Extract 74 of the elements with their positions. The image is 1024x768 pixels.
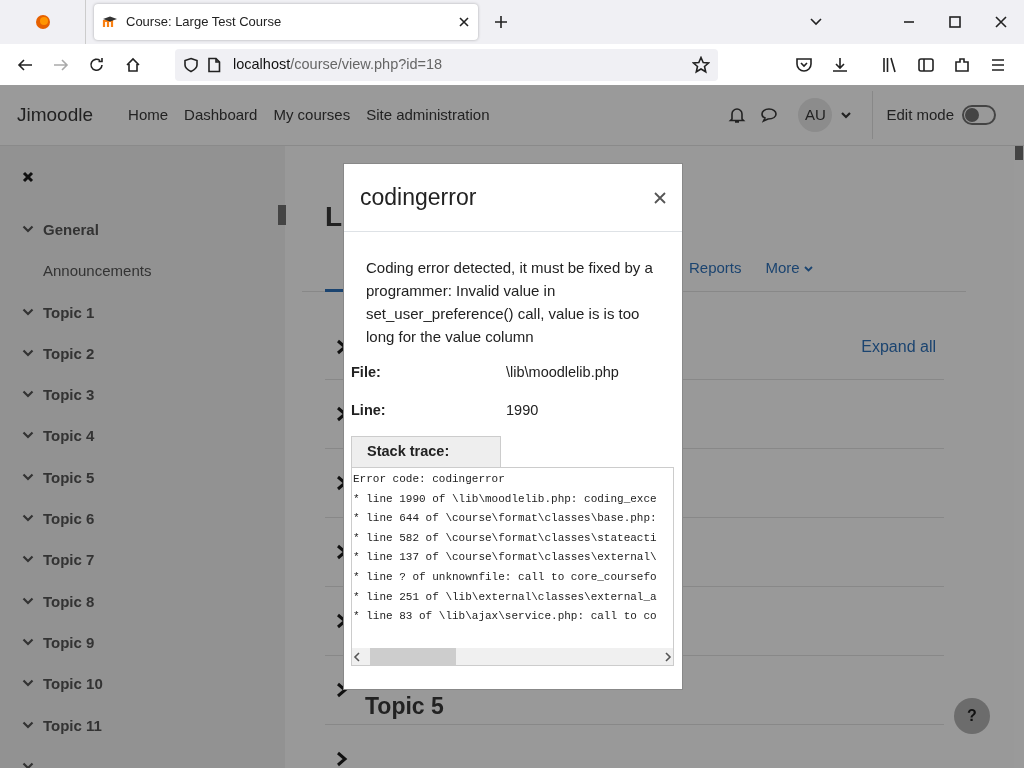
- section-link[interactable]: Topic 7: [43, 550, 95, 571]
- page-icon: [207, 56, 221, 73]
- nav-link[interactable]: Dashboard: [184, 103, 258, 127]
- page-title: L: [325, 200, 343, 234]
- section-link[interactable]: Topic 10: [43, 674, 103, 695]
- star-icon[interactable]: [692, 55, 710, 74]
- address-bar[interactable]: localhost/course/view.php?id=18: [175, 48, 718, 81]
- section-link[interactable]: Topic 4: [43, 426, 95, 447]
- section-link[interactable]: Topic 6: [43, 509, 95, 530]
- library-icon[interactable]: [881, 55, 899, 74]
- caret-icon[interactable]: [840, 109, 853, 121]
- bell-icon[interactable]: [728, 106, 747, 124]
- field-value: \lib\moodlelib.php: [506, 363, 619, 383]
- expand-all-link[interactable]: Expand all: [861, 334, 936, 359]
- extensions-icon[interactable]: [953, 55, 971, 74]
- scrollbar-thumb[interactable]: [278, 205, 286, 225]
- sidebar-icon[interactable]: [917, 55, 935, 74]
- error-message: Coding error detected, it must be fixed by a programmer: Invalid value in set_user_preference() call, value is is too long for the value column: [365, 258, 654, 347]
- reload-icon[interactable]: [88, 55, 106, 74]
- section-link[interactable]: Topic 3: [43, 385, 95, 406]
- section-link[interactable]: Topic 9: [43, 632, 95, 653]
- section-link[interactable]: Topic 11: [43, 715, 102, 736]
- nav-link[interactable]: Home: [128, 103, 169, 127]
- chevron-right-icon: [663, 651, 673, 662]
- tab-title: Course: Large Test Course: [126, 13, 283, 32]
- nav-link[interactable]: My courses: [273, 103, 351, 127]
- close-icon[interactable]: [994, 15, 1008, 29]
- download-icon[interactable]: [831, 55, 849, 74]
- chat-icon[interactable]: [760, 106, 779, 124]
- close-icon[interactable]: [654, 191, 666, 204]
- edit-mode-toggle[interactable]: [962, 105, 996, 125]
- home-icon[interactable]: [124, 55, 142, 74]
- chevron-right-icon[interactable]: [335, 682, 349, 698]
- section-title: Topic 5: [365, 692, 444, 720]
- pocket-icon[interactable]: [795, 55, 813, 74]
- maximize-icon[interactable]: [948, 15, 962, 29]
- chevron-right-icon[interactable]: [335, 751, 349, 767]
- browser-logo-icon: [34, 14, 51, 30]
- field-label: Line:: [351, 401, 387, 421]
- help-button[interactable]: ?: [954, 698, 990, 734]
- stack-trace-line: Error code: codingerror: [353, 472, 506, 487]
- nav-link[interactable]: Site administration: [366, 103, 490, 127]
- stack-trace-line: * line 644 of \course\format\classes\base.php:: [353, 511, 658, 527]
- field-value: 1990: [506, 401, 539, 421]
- dialog-title: codingerror: [360, 183, 477, 213]
- site-name[interactable]: Jimoodle: [17, 100, 94, 130]
- stack-trace-tab[interactable]: Stack trace:: [351, 436, 501, 467]
- shield-icon: [183, 56, 199, 73]
- horizontal-scrollbar[interactable]: [352, 648, 673, 665]
- section-link[interactable]: Topic 8: [43, 591, 95, 612]
- activity-link[interactable]: Announcements: [43, 262, 152, 280]
- chevron-left-icon: [352, 651, 362, 662]
- close-icon[interactable]: [22, 170, 34, 183]
- section-link[interactable]: General: [43, 220, 99, 240]
- browser-tab[interactable]: Course: Large Test Course: [94, 4, 478, 40]
- url-text: localhost/course/view.php?id=18: [233, 54, 444, 74]
- new-tab-icon[interactable]: [494, 15, 508, 29]
- field-label: File:: [351, 363, 382, 383]
- course-tab[interactable]: More: [765, 257, 813, 280]
- close-icon[interactable]: [458, 16, 470, 28]
- active-tab-indicator: [325, 289, 345, 292]
- edit-mode-label: Edit mode: [886, 104, 954, 125]
- stack-trace-line: * line 137 of \course\format\classes\external\: [353, 550, 658, 566]
- stack-trace-line: * line ? of unknownfile: call to core_coursefo: [353, 569, 658, 585]
- stack-trace-line: * line 251 of \lib\external\classes\external_a: [353, 589, 658, 605]
- section-link[interactable]: Topic 2: [43, 343, 95, 364]
- stack-trace-line: * line 582 of \course\format\classes\stateacti: [353, 530, 658, 546]
- course-tab[interactable]: Reports: [689, 257, 742, 280]
- section-link[interactable]: Topic 5: [43, 467, 95, 488]
- site-logo-icon: [102, 16, 118, 28]
- stack-trace-line: * line 1990 of \lib\moodlelib.php: coding_exce: [353, 491, 658, 507]
- stack-trace-line: * line 83 of \lib\ajax\service.php: call to co: [353, 609, 658, 625]
- user-avatar[interactable]: AU: [798, 98, 833, 132]
- section-link[interactable]: Topic 1: [43, 302, 95, 323]
